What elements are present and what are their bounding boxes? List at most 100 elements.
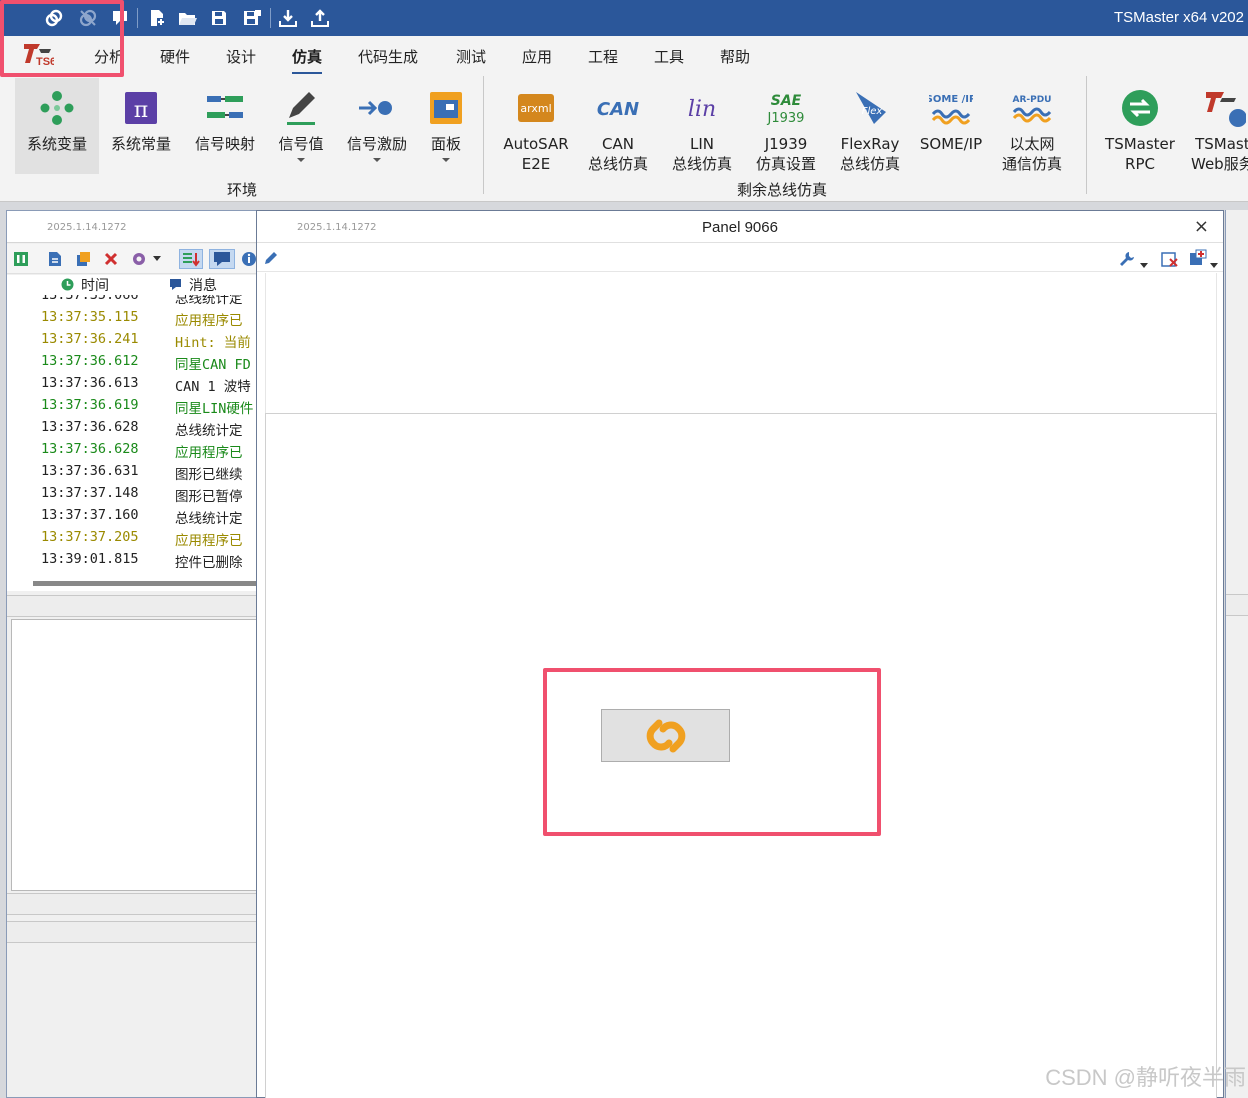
gear-icon[interactable] [129,249,149,269]
ribbon-label: LIN 总线仿真 [671,135,732,173]
column-time[interactable]: 时间 [81,275,109,295]
message-icon[interactable] [209,249,235,269]
ar-pdu-icon: AR-PDU [1012,95,1052,123]
horizontal-scrollbar[interactable] [7,577,257,591]
link-icon[interactable] [42,6,66,30]
menu-design[interactable]: 设计 [226,46,256,67]
menu-simulation[interactable]: 仿真 [292,46,323,74]
system-variables-button[interactable]: 系统变量 [15,78,99,174]
chevron-down-icon[interactable] [1210,254,1218,273]
add-control-icon[interactable] [1189,249,1207,271]
copy-icon[interactable] [73,249,93,269]
signal-mapping-button[interactable]: 信号映射 [183,78,267,174]
message-list[interactable]: 13:37:35.066 总线统计定 13:37:35.115 应用程序已 13:37:… [7,295,257,577]
ribbon-label: SOME/IP [919,135,983,153]
wrench-icon[interactable] [1119,250,1135,270]
tsmaster-logo-icon[interactable]: TS64 [22,41,63,68]
clear-icon[interactable] [101,249,121,269]
svg-text:SOME /IP: SOME /IP [929,94,973,105]
unlink-icon[interactable] [76,6,100,30]
ribbon-label: TSMast Web服务 [1191,135,1248,173]
ethernet-simulation-button[interactable]: AR-PDU 以太网 通信仿真 [990,78,1074,174]
lin-simulation-button[interactable]: lin LIN 总线仿真 [660,78,744,174]
chevron-down-icon[interactable] [151,249,163,269]
save-as-icon[interactable] [240,6,264,30]
web-service-icon [1206,92,1246,127]
ribbon-label: 以太网 通信仿真 [1001,135,1062,173]
close-button[interactable]: × [1194,216,1209,237]
edit-pencil-icon[interactable] [263,250,279,270]
message-window: 2025.1.14.1272 时间 消息 13:37:35.066 总线统计定 … [6,210,258,1098]
j1939-settings-button[interactable]: SAE J1939 J1939 仿真设置 [744,78,828,174]
ribbon-separator [1086,76,1087,194]
table-row[interactable]: 13:37:35.115 应用程序已 [7,307,257,329]
table-row[interactable]: 13:37:36.628 总线统计定 [7,417,257,439]
table-row[interactable]: 13:37:36.613 CAN 1 波特 [7,373,257,395]
ribbon-label: CAN 总线仿真 [587,135,648,173]
table-row[interactable]: 13:37:37.205 应用程序已 [7,527,257,549]
svg-text:SAE: SAE [771,93,802,109]
message-toolbar [7,244,257,274]
chevron-down-icon[interactable] [442,158,450,162]
scrollbar-thumb[interactable] [33,581,257,586]
menu-code-generation[interactable]: 代码生成 [358,46,418,67]
menu-hardware[interactable]: 硬件 [160,46,190,67]
open-folder-icon[interactable] [176,6,200,30]
pause-icon[interactable] [11,249,31,269]
tsmaster-rpc-button[interactable]: TSMaster RPC [1098,78,1182,174]
table-row[interactable]: 13:37:36.619 同星LIN硬件 [7,395,257,417]
panel-window: 2025.1.14.1272 Panel 9066 × [256,210,1224,1098]
ribbon-separator [483,76,484,194]
can-simulation-button[interactable]: CAN CAN 总线仿真 [576,78,660,174]
svg-text:Flex: Flex [862,106,883,117]
panel-canvas[interactable] [265,413,1217,1098]
column-message[interactable]: 消息 [189,275,217,295]
download-icon[interactable] [276,6,300,30]
menu-help[interactable]: 帮助 [720,46,750,67]
table-row[interactable]: 13:37:36.241 Hint: 当前 [7,329,257,351]
chevron-down-icon[interactable] [373,158,381,162]
pencil-icon [287,92,315,125]
table-row[interactable]: 13:37:36.631 图形已继续 [7,461,257,483]
ribbon-label: AutoSAR E2E [503,135,569,173]
autosar-e2e-button[interactable]: arxml AutoSAR E2E [494,78,578,174]
ribbon-label: 信号值 [278,135,324,153]
table-row[interactable]: 13:37:36.628 应用程序已 [7,439,257,461]
system-constants-button[interactable]: π 系统常量 [99,78,183,174]
save-icon[interactable] [207,6,231,30]
someip-button[interactable]: SOME /IP SOME/IP [909,78,993,174]
flexray-simulation-button[interactable]: Flex FlexRay 总线仿真 [828,78,912,174]
table-row[interactable]: 13:37:37.160 总线统计定 [7,505,257,527]
auto-scroll-icon[interactable] [179,249,203,269]
table-row[interactable]: 13:39:01.815 控件已删除 [7,549,257,571]
upload-icon[interactable] [308,6,332,30]
delete-panel-icon[interactable] [1161,250,1179,272]
new-project-icon[interactable] [145,6,169,30]
row-time: 13:37:36.628 [41,441,139,457]
table-row[interactable]: 13:37:36.612 同星CAN FD [7,351,257,373]
comment-icon[interactable] [108,6,132,30]
panel-button[interactable]: 面板 [404,78,488,174]
menu-project[interactable]: 工程 [588,46,618,67]
chevron-down-icon[interactable] [297,158,305,162]
signal-value-button[interactable]: 信号值 [259,78,343,174]
menu-tools[interactable]: 工具 [654,46,684,67]
menu-application[interactable]: 应用 [522,46,552,67]
link-button[interactable] [601,709,730,762]
row-message: 总线统计定 [175,295,243,307]
menu-analysis[interactable]: 分析 [94,46,124,67]
menu-test[interactable]: 测试 [456,46,486,67]
pi-constant-icon: π [125,92,157,124]
chevron-down-icon[interactable] [1140,254,1148,273]
someip-icon: SOME /IP [929,94,973,125]
watermark: CSDN @静听夜半雨 [1045,1065,1246,1090]
row-time: 13:37:37.160 [41,507,139,523]
table-row[interactable]: 13:37:35.066 总线统计定 [7,295,257,307]
clock-icon [61,278,74,295]
document-icon[interactable] [45,249,65,269]
table-row[interactable]: 13:37:37.148 图形已暂停 [7,483,257,505]
pane-strip [7,595,257,617]
message-window-header: 2025.1.14.1272 [7,211,257,243]
tsmaster-web-service-button[interactable]: TSMast Web服务 [1182,78,1248,174]
message-icon [169,278,182,295]
